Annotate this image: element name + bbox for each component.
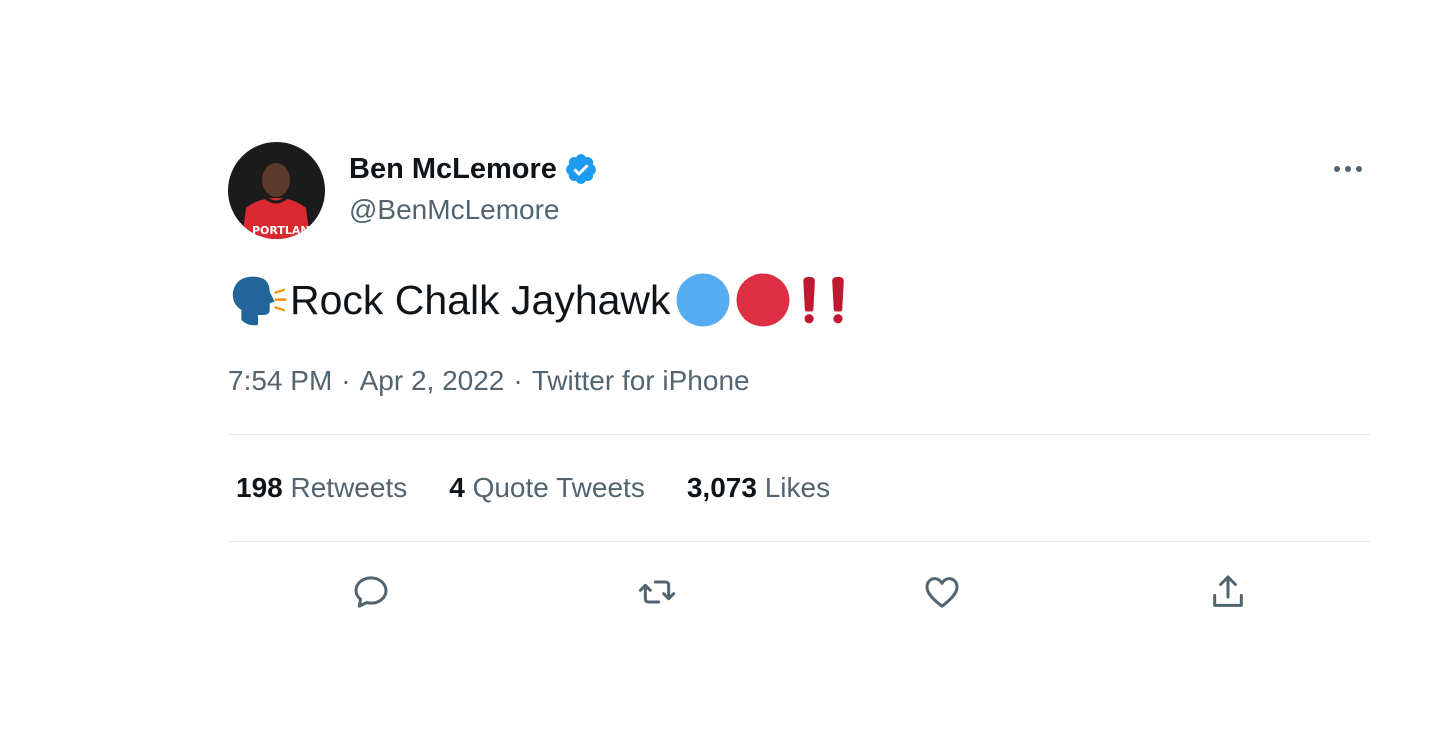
tweet-source[interactable]: Twitter for iPhone: [532, 365, 750, 396]
tweet-date[interactable]: Apr 2, 2022: [360, 365, 505, 396]
tweet-stats: 198 Retweets 4 Quote Tweets 3,073 Likes: [236, 472, 872, 504]
avatar[interactable]: PORTLAND: [228, 142, 325, 239]
meta-separator: ·: [341, 365, 351, 396]
tweet-actions: [228, 567, 1370, 617]
divider: [228, 541, 1370, 542]
quote-tweets-stat[interactable]: 4 Quote Tweets: [449, 472, 645, 504]
retweet-icon: [638, 580, 676, 604]
meta-separator: ·: [513, 365, 523, 396]
likes-stat[interactable]: 3,073 Likes: [687, 472, 830, 504]
divider: [228, 434, 1370, 435]
svg-text:PORTLAND: PORTLAND: [252, 224, 319, 237]
retweets-label: Retweets: [290, 472, 408, 503]
double-exclamation-icon: [802, 276, 844, 324]
share-button[interactable]: [1203, 567, 1253, 617]
like-button[interactable]: [917, 567, 967, 617]
tweet-time[interactable]: 7:54 PM: [228, 365, 332, 396]
quote-tweets-label: Quote Tweets: [472, 472, 645, 503]
quote-tweets-count: 4: [449, 472, 465, 503]
red-circle-icon: [736, 273, 789, 327]
retweet-button[interactable]: [632, 567, 682, 617]
avatar-image: PORTLAND: [228, 142, 325, 239]
author-display-name[interactable]: Ben McLemore: [349, 153, 557, 186]
tweet-meta: 7:54 PM · Apr 2, 2022 · Twitter for iPhone: [228, 365, 750, 397]
retweets-stat[interactable]: 198 Retweets: [236, 472, 407, 504]
share-icon: [1213, 575, 1243, 607]
more-options-button[interactable]: [1326, 154, 1370, 184]
blue-circle-icon: [676, 273, 729, 327]
reply-button[interactable]: [346, 567, 396, 617]
verified-badge-icon: [566, 154, 596, 184]
retweets-count: 198: [236, 472, 283, 503]
speaking-head-icon: [232, 276, 287, 326]
like-icon: [925, 577, 959, 608]
likes-count: 3,073: [686, 472, 757, 503]
tweet-text-content: Rock Chalk Jayhawk: [290, 276, 671, 323]
author-name-row: Ben McLemore: [349, 152, 598, 186]
more-icon: [1334, 166, 1362, 172]
reply-icon: [354, 576, 388, 608]
author-handle[interactable]: @BenMcLemore: [349, 194, 560, 226]
tweet-text: Rock Chalk Jayhawk: [228, 270, 851, 330]
likes-label: Likes: [764, 472, 831, 503]
